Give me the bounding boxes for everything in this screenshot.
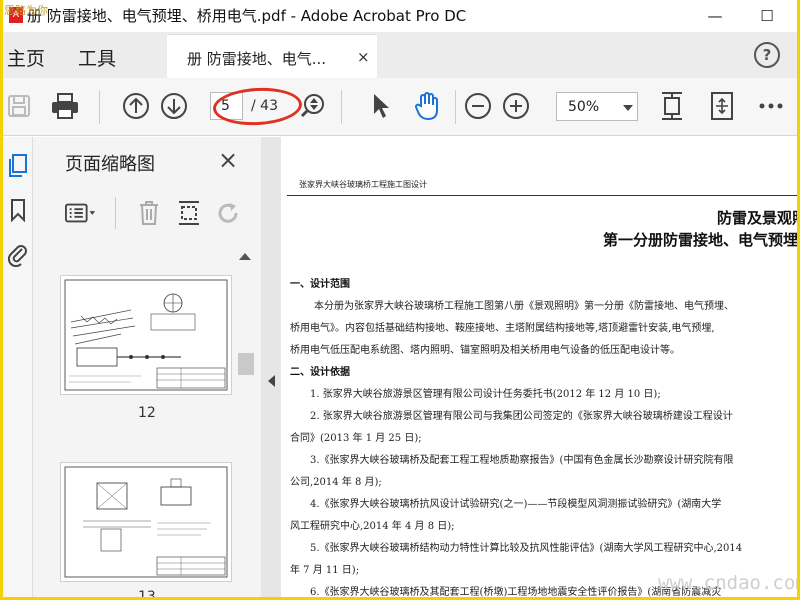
print-icon[interactable] — [49, 90, 81, 122]
tab-home[interactable]: 主页 — [7, 44, 45, 71]
zoom-value: 50% — [568, 99, 600, 115]
pdf-text-line: 桥用电气》。内容包括基础结构接地、鞍座接地、主塔附属结构接地等,塔顶避雷针安装,… — [290, 323, 715, 334]
panel-collapse-strip[interactable] — [261, 137, 281, 600]
fit-page-icon[interactable] — [656, 90, 688, 122]
next-page-icon[interactable] — [158, 90, 190, 122]
pdf-text-line: 3.《张家界大峡谷玻璃桥及配套工程工程地质勘察报告》(中国有色金属长沙勘察设计研… — [310, 455, 734, 466]
page-thumbnails-panel: 页面缩略图 × 12 13 — [33, 137, 261, 600]
document-tab-label: 册 防雷接地、电气... — [187, 50, 327, 68]
pdf-text-line: 5.《张家界大峡谷玻璃桥结构动力特性计算比较及抗风性能评估》(湖南大学风工程研究… — [310, 543, 743, 554]
pdf-text-line: 1. 张家界大峡谷旅游景区管理有限公司设计任务委托书(2012 年 12 月 1… — [310, 389, 661, 400]
extract-page-icon[interactable] — [173, 197, 205, 229]
toolbar-separator — [455, 90, 456, 124]
scroll-up-arrow-icon[interactable] — [239, 253, 251, 260]
pdf-text-line: 4.《张家界大峡谷玻璃桥抗风设计试验研究(之一)——节段模型风洞测振试验研究》(… — [310, 499, 722, 510]
attachment-icon[interactable] — [5, 241, 31, 267]
pdf-title-sub: 第一分册防雷接地、电气预埋 — [603, 231, 797, 249]
scroll-mode-icon[interactable] — [706, 90, 738, 122]
select-arrow-icon[interactable] — [364, 90, 396, 122]
bookmark-icon[interactable] — [5, 197, 31, 223]
zoom-in-icon[interactable] — [500, 90, 532, 122]
pdf-text-line: 年 7 月 11 日); — [290, 565, 360, 576]
more-icon[interactable] — [755, 90, 787, 122]
document-view[interactable]: 张家界大峡谷玻璃桥工程施工图设计 防雷及景观照 第一分册防雷接地、电气预埋 一、… — [281, 137, 797, 600]
toolbar-separator — [99, 90, 100, 124]
toolbar-separator — [341, 90, 342, 124]
pdf-running-header: 张家界大峡谷玻璃桥工程施工图设计 — [299, 180, 427, 189]
previous-page-icon[interactable] — [120, 90, 152, 122]
pdf-text-line: 合同》(2013 年 1 月 25 日); — [290, 433, 422, 444]
close-panel-icon[interactable]: × — [218, 146, 238, 174]
pdf-text-line: 2. 张家界大峡谷旅游景区管理有限公司与我集团公司签定的《张家界大峡谷玻璃桥建设… — [310, 411, 733, 422]
pdf-text-line: 本分册为张家界大峡谷玻璃桥工程施工图第八册《景观照明》第一分册《防雷接地、电气预… — [314, 301, 734, 312]
watermark-top-left: 思路为你 — [4, 4, 48, 17]
watermark-bottom-right: www.cndao.com — [658, 572, 800, 594]
panel-separator — [115, 197, 116, 229]
window-title-bar: A 册 防雷接地、电气预埋、桥用电气.pdf - Adobe Acrobat P… — [3, 0, 797, 32]
minimize-button[interactable]: — — [703, 4, 727, 28]
left-navigation-rail — [3, 137, 33, 600]
save-icon[interactable] — [3, 90, 35, 122]
pdf-text-line: 公司,2014 年 8 月); — [290, 477, 382, 488]
page-thumbnails-icon[interactable] — [5, 153, 31, 179]
options-menu-icon[interactable] — [65, 197, 97, 229]
maximize-button[interactable]: ☐ — [755, 4, 779, 28]
zoom-select[interactable]: 50% — [556, 92, 638, 121]
document-tab[interactable]: 册 防雷接地、电气... × — [167, 34, 377, 78]
pdf-header-rule — [287, 195, 797, 196]
thumbnail-scrollbar[interactable] — [235, 245, 255, 600]
pdf-text-line: 风工程研究中心,2014 年 4 月 8 日); — [290, 521, 455, 532]
pdf-section-heading: 一、设计范围 — [290, 279, 350, 290]
chevron-down-icon — [623, 105, 633, 111]
pdf-title-main: 防雷及景观照 — [717, 209, 797, 227]
main-toolbar: 5 / 43 50% — [3, 78, 797, 136]
rotate-icon[interactable] — [213, 197, 245, 229]
scrollbar-thumb[interactable] — [238, 353, 254, 375]
panel-title: 页面缩略图 — [65, 154, 155, 175]
tab-bar: 主页 工具 册 防雷接地、电气... × ? — [3, 32, 797, 78]
hand-tool-icon[interactable] — [411, 90, 443, 122]
pdf-text-line: 桥用电气低压配电系统图、塔内照明、锚室照明及相关桥用电气设备的低压配电设计等。 — [290, 345, 680, 356]
thumbnail-page-number: 12 — [138, 405, 156, 421]
zoom-out-icon[interactable] — [462, 90, 494, 122]
tab-tools[interactable]: 工具 — [78, 44, 116, 71]
pdf-section-heading: 二、设计依据 — [290, 367, 350, 378]
screenshot-frame-left — [0, 0, 3, 600]
window-title: 册 防雷接地、电气预埋、桥用电气.pdf - Adobe Acrobat Pro… — [27, 7, 467, 25]
page-thumbnail-12[interactable] — [60, 275, 232, 395]
panel-toolbar — [63, 193, 253, 233]
close-tab-icon[interactable]: × — [357, 48, 370, 66]
delete-page-icon[interactable] — [133, 197, 165, 229]
collapse-panel-arrow-icon[interactable] — [268, 375, 275, 387]
help-icon[interactable]: ? — [754, 42, 780, 68]
page-thumbnail-13[interactable] — [60, 462, 232, 582]
